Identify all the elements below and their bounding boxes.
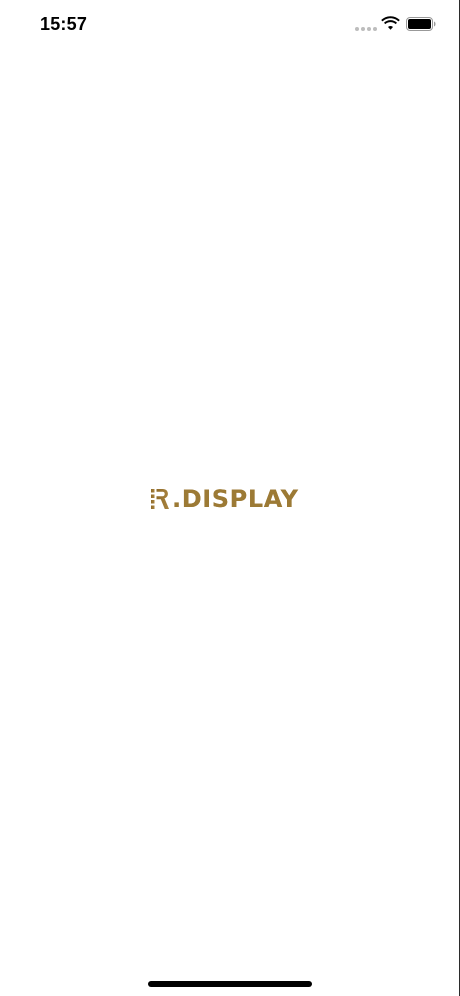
- brand-logo: .DISPLAY: [150, 484, 312, 514]
- signal-dots-icon: [355, 26, 377, 31]
- status-time: 15:57: [40, 14, 88, 34]
- logo-text: .DISPLAY: [172, 485, 299, 513]
- logo-r-mark-icon: [151, 489, 169, 509]
- wifi-icon: [381, 16, 400, 30]
- home-indicator[interactable]: [148, 981, 312, 987]
- battery-icon: [406, 17, 436, 31]
- splash-screen: 15:57 .DISPLAY: [0, 0, 460, 996]
- status-bar: 15:57: [0, 0, 460, 52]
